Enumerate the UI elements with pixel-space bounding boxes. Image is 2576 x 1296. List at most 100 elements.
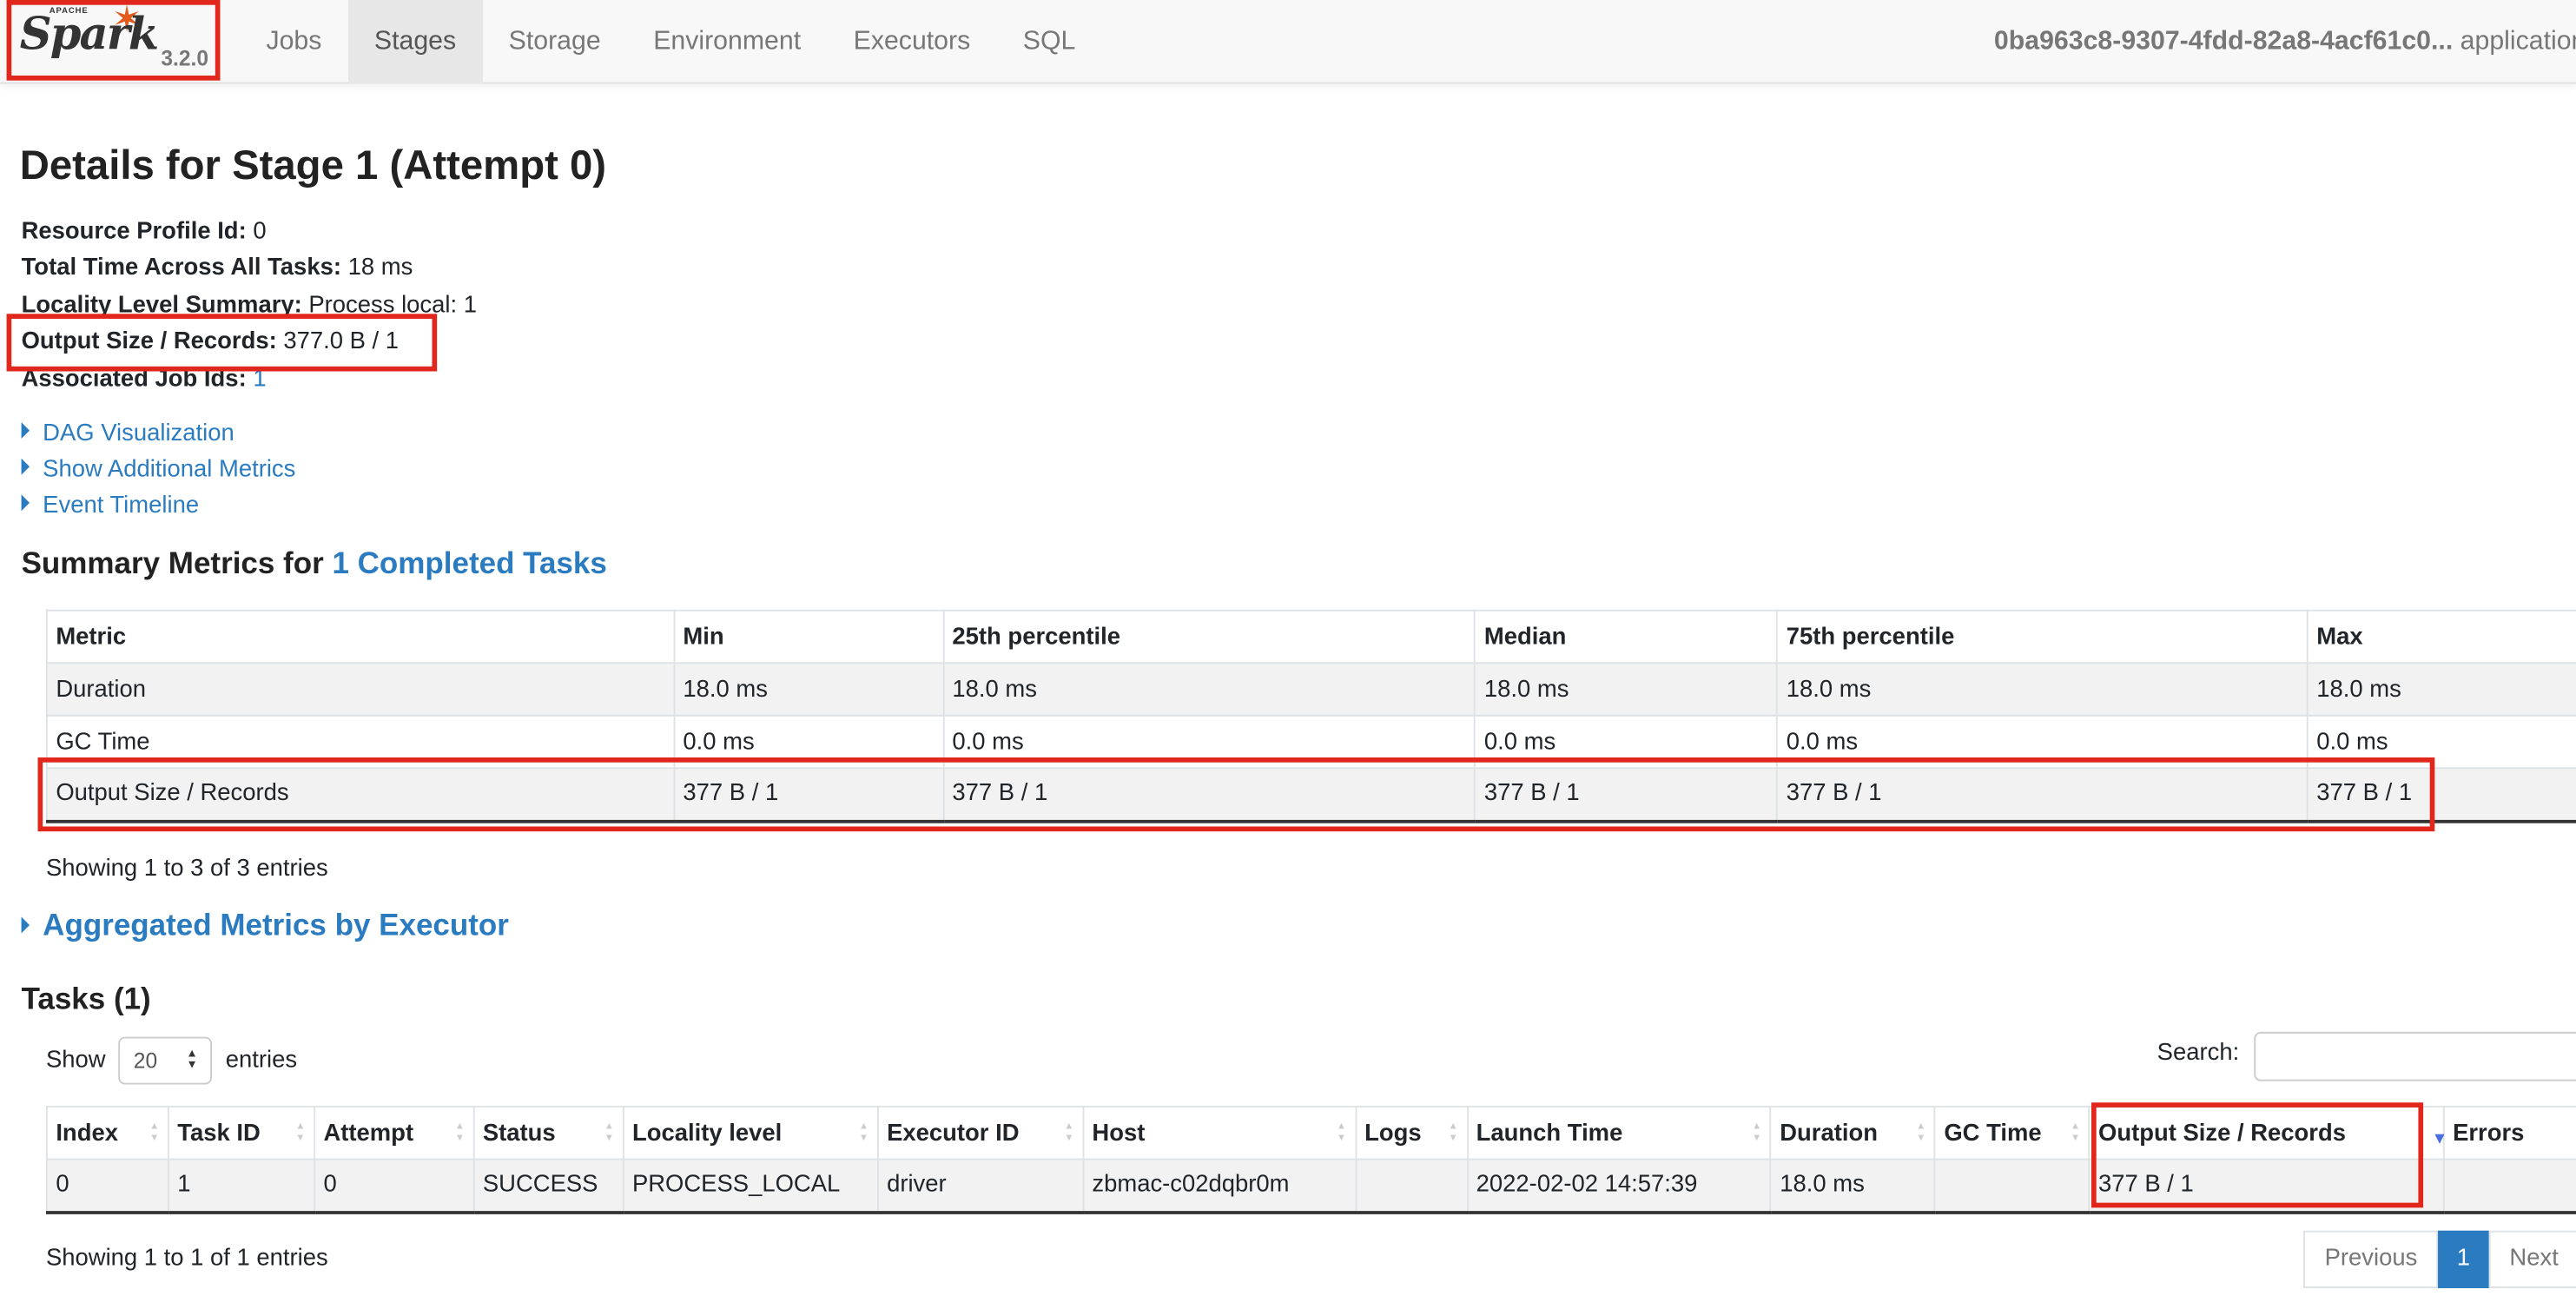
tab-stages[interactable]: Stages: [347, 0, 483, 84]
table-cell: [2442, 1158, 2576, 1213]
table-cell: 2022-02-02 14:57:39: [1466, 1158, 1772, 1213]
summary-item: Associated Job Ids: 1: [22, 360, 477, 397]
column-header-attempt[interactable]: Attempt: [314, 1106, 475, 1160]
table-cell: 377 B / 1: [1474, 767, 1779, 823]
toggle-dag-visualization[interactable]: DAG Visualization: [21, 420, 234, 447]
navbar: ✶ APACHE Spark 3.2.0 Jobs Stages Storage…: [0, 0, 2576, 84]
toggle-aggregated-metrics[interactable]: Aggregated Metrics by Executor: [21, 907, 509, 943]
table-cell: Output Size / Records: [45, 767, 675, 823]
table-cell: [1933, 1158, 2091, 1213]
table-cell: 18.0 ms: [1776, 662, 2308, 717]
table-cell: 0.0 ms: [942, 714, 1476, 770]
column-header-executor-id[interactable]: Executor ID: [876, 1106, 1084, 1160]
table-cell: 0: [314, 1158, 475, 1213]
table-cell: 377 B / 1: [2306, 767, 2576, 823]
table-cell: 1: [167, 1158, 316, 1213]
caret-right-icon: [21, 422, 30, 440]
table-cell: 18.0 ms: [673, 662, 944, 717]
spark-ui-page: ✶ APACHE Spark 3.2.0 Jobs Stages Storage…: [0, 0, 2576, 1296]
tab-environment[interactable]: Environment: [627, 0, 827, 83]
associated-job-link[interactable]: 1: [247, 366, 266, 392]
summary-label: Associated Job Ids:: [21, 366, 247, 393]
summary-metrics-prefix: Summary Metrics for: [21, 546, 333, 580]
previous-button[interactable]: Previous: [2303, 1230, 2439, 1289]
summary-item: Total Time Across All Tasks: 18 ms: [22, 250, 477, 287]
table-cell: [1354, 1158, 1469, 1213]
summary-metrics-heading: Summary Metrics for 1 Completed Tasks: [22, 546, 607, 582]
summary-value: 0: [246, 218, 267, 245]
column-header-duration[interactable]: Duration: [1769, 1106, 1936, 1160]
table-cell: 18.0 ms: [1769, 1158, 1936, 1213]
page-length-control: Show 20 ▲ ▼ entries: [46, 1036, 298, 1085]
tab-sql[interactable]: SQL: [996, 0, 1101, 83]
page-length-value: 20: [133, 1048, 158, 1074]
summary-item: Locality Level Summary: Process local: 1: [22, 288, 477, 324]
table-cell: PROCESS_LOCAL: [622, 1158, 879, 1213]
column-header-status[interactable]: Status: [472, 1106, 624, 1160]
toggle-event-timeline[interactable]: Event Timeline: [21, 493, 200, 519]
toggle-additional-metrics[interactable]: Show Additional Metrics: [21, 457, 296, 483]
column-header-logs[interactable]: Logs: [1354, 1106, 1469, 1160]
table-row: Duration 18.0 ms 18.0 ms 18.0 ms 18.0 ms…: [45, 662, 2576, 717]
column-header: 75th percentile: [1776, 609, 2308, 665]
column-header-gc-time[interactable]: GC Time: [1933, 1106, 2091, 1160]
column-header-task-id[interactable]: Task ID: [167, 1106, 316, 1160]
table-cell: Duration: [45, 662, 675, 717]
summary-label: Total Time Across All Tasks:: [21, 255, 341, 282]
column-header: 25th percentile: [942, 609, 1476, 665]
column-header-output-size[interactable]: Output Size / Records: [2088, 1106, 2448, 1160]
column-header-launch-time[interactable]: Launch Time: [1466, 1106, 1772, 1160]
tab-storage[interactable]: Storage: [482, 0, 627, 83]
table-header-row: Metric Min 25th percentile Median 75th p…: [45, 609, 2576, 665]
table-cell: driver: [876, 1158, 1084, 1213]
column-header-locality[interactable]: Locality level: [622, 1106, 879, 1160]
search-input[interactable]: [2254, 1031, 2576, 1081]
table-row: GC Time 0.0 ms 0.0 ms 0.0 ms 0.0 ms 0.0 …: [45, 714, 2576, 770]
column-header: Median: [1474, 609, 1779, 665]
summary-label: Locality Level Summary:: [21, 292, 302, 319]
app-id: 0ba963c8-9307-4fdd-82a8-4acf61c0...: [1993, 28, 2454, 56]
table-cell: 0.0 ms: [1474, 714, 1779, 770]
column-header-index[interactable]: Index: [45, 1106, 169, 1160]
completed-tasks-link[interactable]: 1 Completed Tasks: [332, 546, 606, 580]
spark-logo[interactable]: ✶ APACHE Spark 3.2.0: [17, 0, 214, 79]
summary-value: 377.0 B / 1: [276, 328, 400, 355]
table-cell: 377 B / 1: [1776, 767, 2308, 823]
summary-item: Resource Profile Id: 0: [22, 214, 477, 250]
brand-name: Spark: [19, 10, 159, 61]
table-cell: SUCCESS: [472, 1158, 624, 1213]
toggle-label: Event Timeline: [43, 493, 200, 519]
nav-tabs: Jobs Stages Storage Environment Executor…: [240, 0, 1101, 84]
column-header-host[interactable]: Host: [1082, 1106, 1357, 1160]
column-header: Max: [2306, 609, 2576, 665]
tasks-table: Index Task ID Attempt Status Locality le…: [45, 1106, 2576, 1213]
table-cell: 0.0 ms: [673, 714, 944, 770]
caret-right-icon: [21, 494, 30, 512]
table-row: 0 1 0 SUCCESS PROCESS_LOCAL driver zbmac…: [45, 1158, 2576, 1213]
tasks-heading: Tasks (1): [21, 981, 151, 1016]
app-suffix: application: [2453, 28, 2576, 56]
tab-executors[interactable]: Executors: [827, 0, 996, 83]
table-cell: 18.0 ms: [2306, 662, 2576, 717]
table-cell: GC Time: [45, 714, 675, 770]
page-title: Details for Stage 1 (Attempt 0): [19, 142, 607, 189]
table-cell: 18.0 ms: [1474, 662, 1779, 717]
spark-version: 3.2.0: [161, 45, 209, 71]
page-1-button[interactable]: 1: [2438, 1230, 2488, 1289]
table-cell: 377 B / 1: [942, 767, 1476, 823]
summary-label: Resource Profile Id:: [21, 218, 247, 245]
next-button[interactable]: Next: [2487, 1230, 2576, 1289]
tab-jobs[interactable]: Jobs: [240, 0, 347, 83]
table-cell: 377 B / 1: [673, 767, 944, 823]
page-length-select[interactable]: 20 ▲ ▼: [118, 1036, 213, 1085]
table-cell: 18.0 ms: [942, 662, 1476, 717]
summary-metrics-table: Metric Min 25th percentile Median 75th p…: [45, 609, 2576, 823]
toggle-label: Aggregated Metrics by Executor: [43, 907, 509, 942]
table-row: Output Size / Records 377 B / 1 377 B / …: [45, 767, 2576, 823]
table-cell: 0.0 ms: [1776, 714, 2308, 770]
column-header-errors[interactable]: Errors: [2442, 1106, 2576, 1160]
entries-label: entries: [225, 1047, 298, 1074]
table-cell: 0: [45, 1158, 169, 1213]
tasks-table-info: Showing 1 to 1 of 1 entries: [45, 1245, 328, 1273]
toggle-label: DAG Visualization: [43, 420, 234, 447]
